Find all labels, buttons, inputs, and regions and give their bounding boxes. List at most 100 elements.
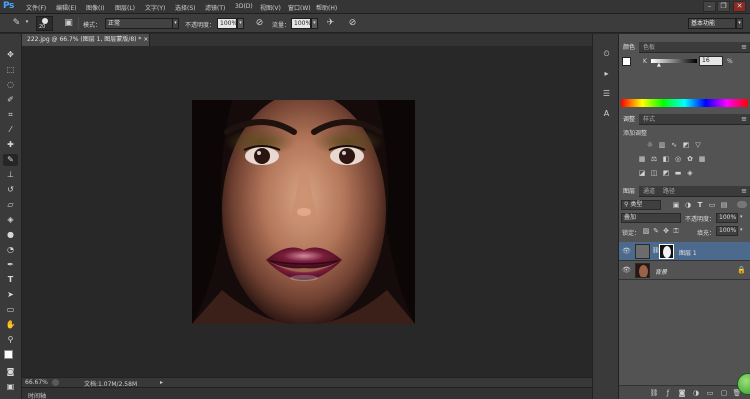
foreground-color-swatch[interactable] (4, 350, 13, 359)
color-lookup-icon[interactable]: ▦ (697, 154, 707, 164)
zoom-level[interactable]: 66.67% (25, 379, 48, 386)
layer-filter-select[interactable]: ⚲ 类型 (621, 200, 661, 210)
filter-shape-icon[interactable]: ▭ (707, 200, 717, 210)
levels-icon[interactable]: ▥ (657, 140, 667, 150)
brightness-contrast-icon[interactable]: ☼ (645, 140, 655, 150)
filter-toggle[interactable] (737, 201, 747, 208)
history-panel-icon[interactable]: ⏲ (600, 48, 613, 60)
airbrush-icon[interactable]: ✈ (324, 17, 337, 30)
status-menu-arrow-icon[interactable]: ▸ (160, 379, 163, 386)
portrait-photo[interactable] (192, 100, 415, 324)
lasso-tool-icon[interactable]: ◌ (3, 79, 18, 91)
history-brush-tool-icon[interactable]: ↺ (3, 184, 18, 196)
color-balance-icon[interactable]: ⚖ (649, 154, 659, 164)
layer-row[interactable]: 👁 背景 🔒 (619, 261, 750, 280)
selective-color-icon[interactable]: ◈ (685, 168, 695, 178)
threshold-icon[interactable]: ◩ (661, 168, 671, 178)
filter-pixel-icon[interactable]: ▣ (671, 200, 681, 210)
status-info-icon[interactable] (52, 379, 59, 386)
menu-type[interactable]: 文字(Y) (145, 3, 165, 12)
rectangle-tool-icon[interactable]: ▭ (3, 304, 18, 316)
close-button[interactable]: ✕ (733, 1, 746, 12)
menu-window[interactable]: 窗口(W) (288, 3, 311, 12)
type-tool-icon[interactable]: T (3, 274, 18, 286)
move-tool-icon[interactable]: ✥ (3, 49, 18, 61)
menu-help[interactable]: 帮助(H) (316, 3, 337, 12)
menu-filter[interactable]: 滤镜(T) (205, 3, 225, 12)
paint-bucket-tool-icon[interactable]: ◈ (3, 214, 18, 226)
document-tab-close-icon[interactable]: × (143, 36, 148, 43)
lock-all-icon[interactable]: ⚿ (671, 226, 681, 236)
hue-saturation-icon[interactable]: ▦ (637, 154, 647, 164)
timeline-label[interactable]: 时间轴 (28, 391, 46, 399)
opacity-dropdown[interactable]: ▾ (237, 18, 244, 29)
adjustments-panel-menu-icon[interactable]: ≡ (741, 115, 747, 123)
menu-image[interactable]: 图像(I) (86, 3, 104, 12)
lock-pixels-icon[interactable]: ✎ (651, 226, 661, 236)
fill-chevron-icon[interactable]: ▾ (740, 227, 743, 233)
brush-preset-picker[interactable]: 20 (36, 16, 53, 31)
menu-select[interactable]: 选择(S) (175, 3, 196, 12)
tab-layers[interactable]: 图层 (619, 186, 640, 197)
layer-name[interactable]: 图层 1 (679, 248, 697, 257)
menu-edit[interactable]: 编辑(E) (56, 3, 76, 12)
screen-mode-icon[interactable]: ▣ (3, 381, 18, 393)
layer-opacity-chevron-icon[interactable]: ▾ (740, 214, 743, 220)
new-layer-icon[interactable]: ▢ (719, 388, 729, 398)
flow-input[interactable]: 100% (291, 18, 311, 29)
workspace-select[interactable]: 基本功能 (688, 18, 736, 29)
black-white-icon[interactable]: ◧ (661, 154, 671, 164)
add-mask-icon[interactable]: ◙ (677, 388, 687, 398)
invert-icon[interactable]: ◪ (637, 168, 647, 178)
flow-dropdown[interactable]: ▾ (311, 18, 318, 29)
actions-panel-icon[interactable]: ▸ (600, 68, 613, 80)
quick-selection-tool-icon[interactable]: ✐ (3, 94, 18, 106)
marquee-tool-icon[interactable]: ⬚ (3, 64, 18, 76)
layer-opacity-input[interactable]: 100% (716, 213, 738, 223)
opacity-input[interactable]: 100% (217, 18, 237, 29)
gray-slider-thumb-icon[interactable]: ▲ (657, 62, 661, 68)
tab-paths[interactable]: 路径 (659, 186, 679, 197)
blend-mode-select[interactable]: 叠加 (621, 213, 681, 223)
pressure-size-icon[interactable]: ⊘ (346, 17, 359, 30)
eraser-tool-icon[interactable]: ▱ (3, 199, 18, 211)
color-value-input[interactable]: 16 (699, 56, 723, 66)
crop-tool-icon[interactable]: ⌗ (3, 109, 18, 121)
brush-tool-icon[interactable]: ✎ (3, 154, 18, 166)
new-group-icon[interactable]: ▭ (705, 388, 715, 398)
minimize-button[interactable]: – (703, 1, 716, 12)
quick-mask-icon[interactable]: ◙ (3, 366, 18, 378)
brush-tool-icon[interactable]: ✎ (10, 17, 23, 30)
fill-input[interactable]: 100% (716, 226, 738, 236)
layer-mask-thumbnail[interactable] (659, 244, 674, 259)
character-panel-icon[interactable]: A (600, 108, 613, 120)
new-adjustment-layer-icon[interactable]: ◑ (691, 388, 701, 398)
tab-channels[interactable]: 通道 (639, 186, 659, 197)
vibrance-icon[interactable]: ▽ (693, 140, 703, 150)
mode-select-chevron-icon[interactable]: ▾ (172, 18, 179, 29)
color-spectrum-bar[interactable] (621, 99, 748, 107)
menu-layer[interactable]: 图层(L) (115, 3, 135, 12)
lock-icon[interactable]: 🔒 (737, 266, 746, 274)
tab-styles[interactable]: 样式 (639, 114, 659, 125)
menu-file[interactable]: 文件(F) (26, 3, 46, 12)
link-layers-icon[interactable]: ⛓ (649, 388, 659, 398)
channel-mixer-icon[interactable]: ✿ (685, 154, 695, 164)
clone-stamp-tool-icon[interactable]: ⊥ (3, 169, 18, 181)
gradient-map-icon[interactable]: ▬ (673, 168, 683, 178)
visibility-eye-icon[interactable]: 👁 (622, 266, 631, 274)
tab-adjustments[interactable]: 调整 (619, 114, 640, 125)
blur-tool-icon[interactable]: ● (3, 229, 18, 241)
lock-transparency-icon[interactable]: ▨ (641, 226, 651, 236)
filter-type-icon[interactable]: T (695, 200, 705, 210)
tab-swatches[interactable]: 色板 (639, 42, 659, 53)
lock-position-icon[interactable]: ✥ (661, 226, 671, 236)
pen-tool-icon[interactable]: ✒ (3, 259, 18, 271)
hand-tool-icon[interactable]: ✋ (3, 319, 18, 331)
brush-panel-toggle-icon[interactable]: ▣ (62, 17, 75, 30)
foreground-swatch[interactable] (622, 57, 631, 66)
filter-adjustment-icon[interactable]: ◑ (683, 200, 693, 210)
healing-brush-tool-icon[interactable]: ✚ (3, 139, 18, 151)
tool-preset-dropdown[interactable]: ▾ (24, 18, 30, 29)
layer-style-icon[interactable]: ƒ (663, 388, 673, 398)
